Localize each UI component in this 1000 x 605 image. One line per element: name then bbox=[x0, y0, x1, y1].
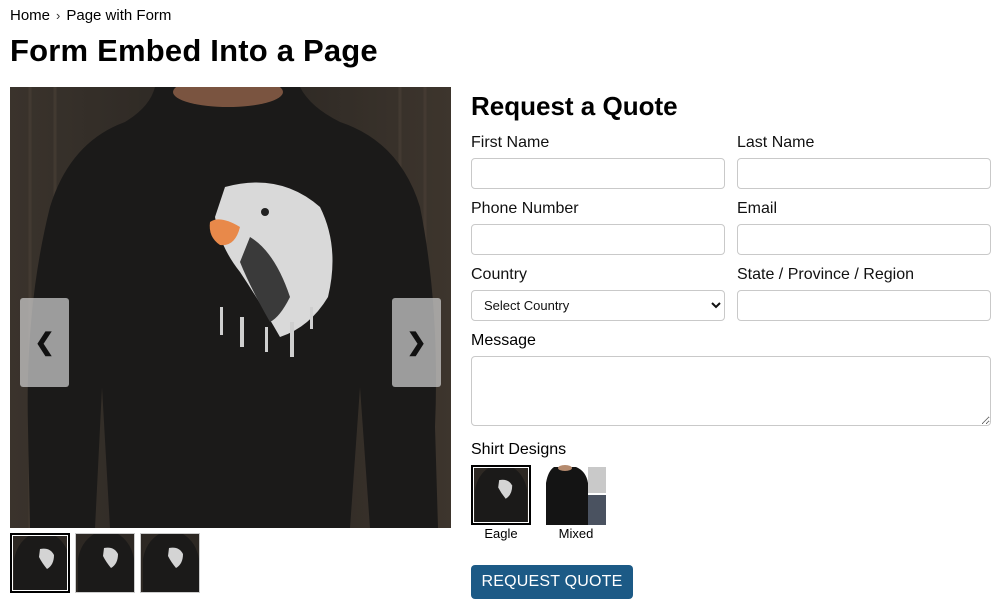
design-option-mixed[interactable]: Mixed bbox=[546, 465, 606, 541]
page-title: Form Embed Into a Page bbox=[10, 33, 378, 68]
phone-field: Phone Number bbox=[471, 200, 725, 255]
phone-input[interactable] bbox=[471, 224, 725, 255]
first-name-field: First Name bbox=[471, 134, 725, 189]
gallery-thumbnail[interactable] bbox=[140, 533, 200, 593]
gallery-prev-button[interactable]: ❮ bbox=[20, 298, 69, 387]
email-field: Email bbox=[737, 200, 991, 255]
country-label: Country bbox=[471, 266, 528, 283]
shirt-photo bbox=[10, 87, 451, 528]
last-name-label: Last Name bbox=[737, 134, 815, 151]
form-title: Request a Quote bbox=[471, 91, 678, 121]
chevron-right-icon: ❯ bbox=[406, 329, 427, 356]
phone-label: Phone Number bbox=[471, 200, 579, 217]
first-name-label: First Name bbox=[471, 134, 550, 151]
design-name: Eagle bbox=[484, 526, 518, 541]
country-field: Country Select Country bbox=[471, 266, 725, 321]
message-label: Message bbox=[471, 332, 536, 349]
shirt-designs-label: Shirt Designs bbox=[471, 441, 567, 458]
design-name: Mixed bbox=[558, 526, 594, 541]
country-select[interactable]: Select Country bbox=[471, 290, 725, 321]
state-input[interactable] bbox=[737, 290, 991, 321]
breadcrumb: Home › Page with Form bbox=[10, 7, 171, 24]
gallery-thumbnails bbox=[10, 533, 200, 593]
design-image-mixed bbox=[546, 465, 606, 525]
gallery-thumbnail[interactable] bbox=[10, 533, 70, 593]
message-field: Message bbox=[471, 332, 991, 426]
chevron-left-icon: ❮ bbox=[34, 329, 55, 356]
breadcrumb-home-link[interactable]: Home bbox=[10, 7, 50, 24]
first-name-input[interactable] bbox=[471, 158, 725, 189]
state-label: State / Province / Region bbox=[737, 266, 914, 283]
request-quote-button[interactable]: REQUEST QUOTE bbox=[471, 565, 633, 599]
chevron-right-icon: › bbox=[56, 8, 61, 23]
email-input[interactable] bbox=[737, 224, 991, 255]
design-option-eagle[interactable]: Eagle bbox=[471, 465, 531, 541]
design-image-eagle bbox=[471, 465, 531, 525]
state-field: State / Province / Region bbox=[737, 266, 991, 321]
last-name-field: Last Name bbox=[737, 134, 991, 189]
gallery-thumbnail[interactable] bbox=[75, 533, 135, 593]
last-name-input[interactable] bbox=[737, 158, 991, 189]
product-image-main: ❮ ❯ bbox=[10, 87, 451, 528]
email-label: Email bbox=[737, 200, 778, 217]
gallery-next-button[interactable]: ❯ bbox=[392, 298, 441, 387]
message-textarea[interactable] bbox=[471, 356, 991, 426]
breadcrumb-current: Page with Form bbox=[66, 7, 172, 24]
